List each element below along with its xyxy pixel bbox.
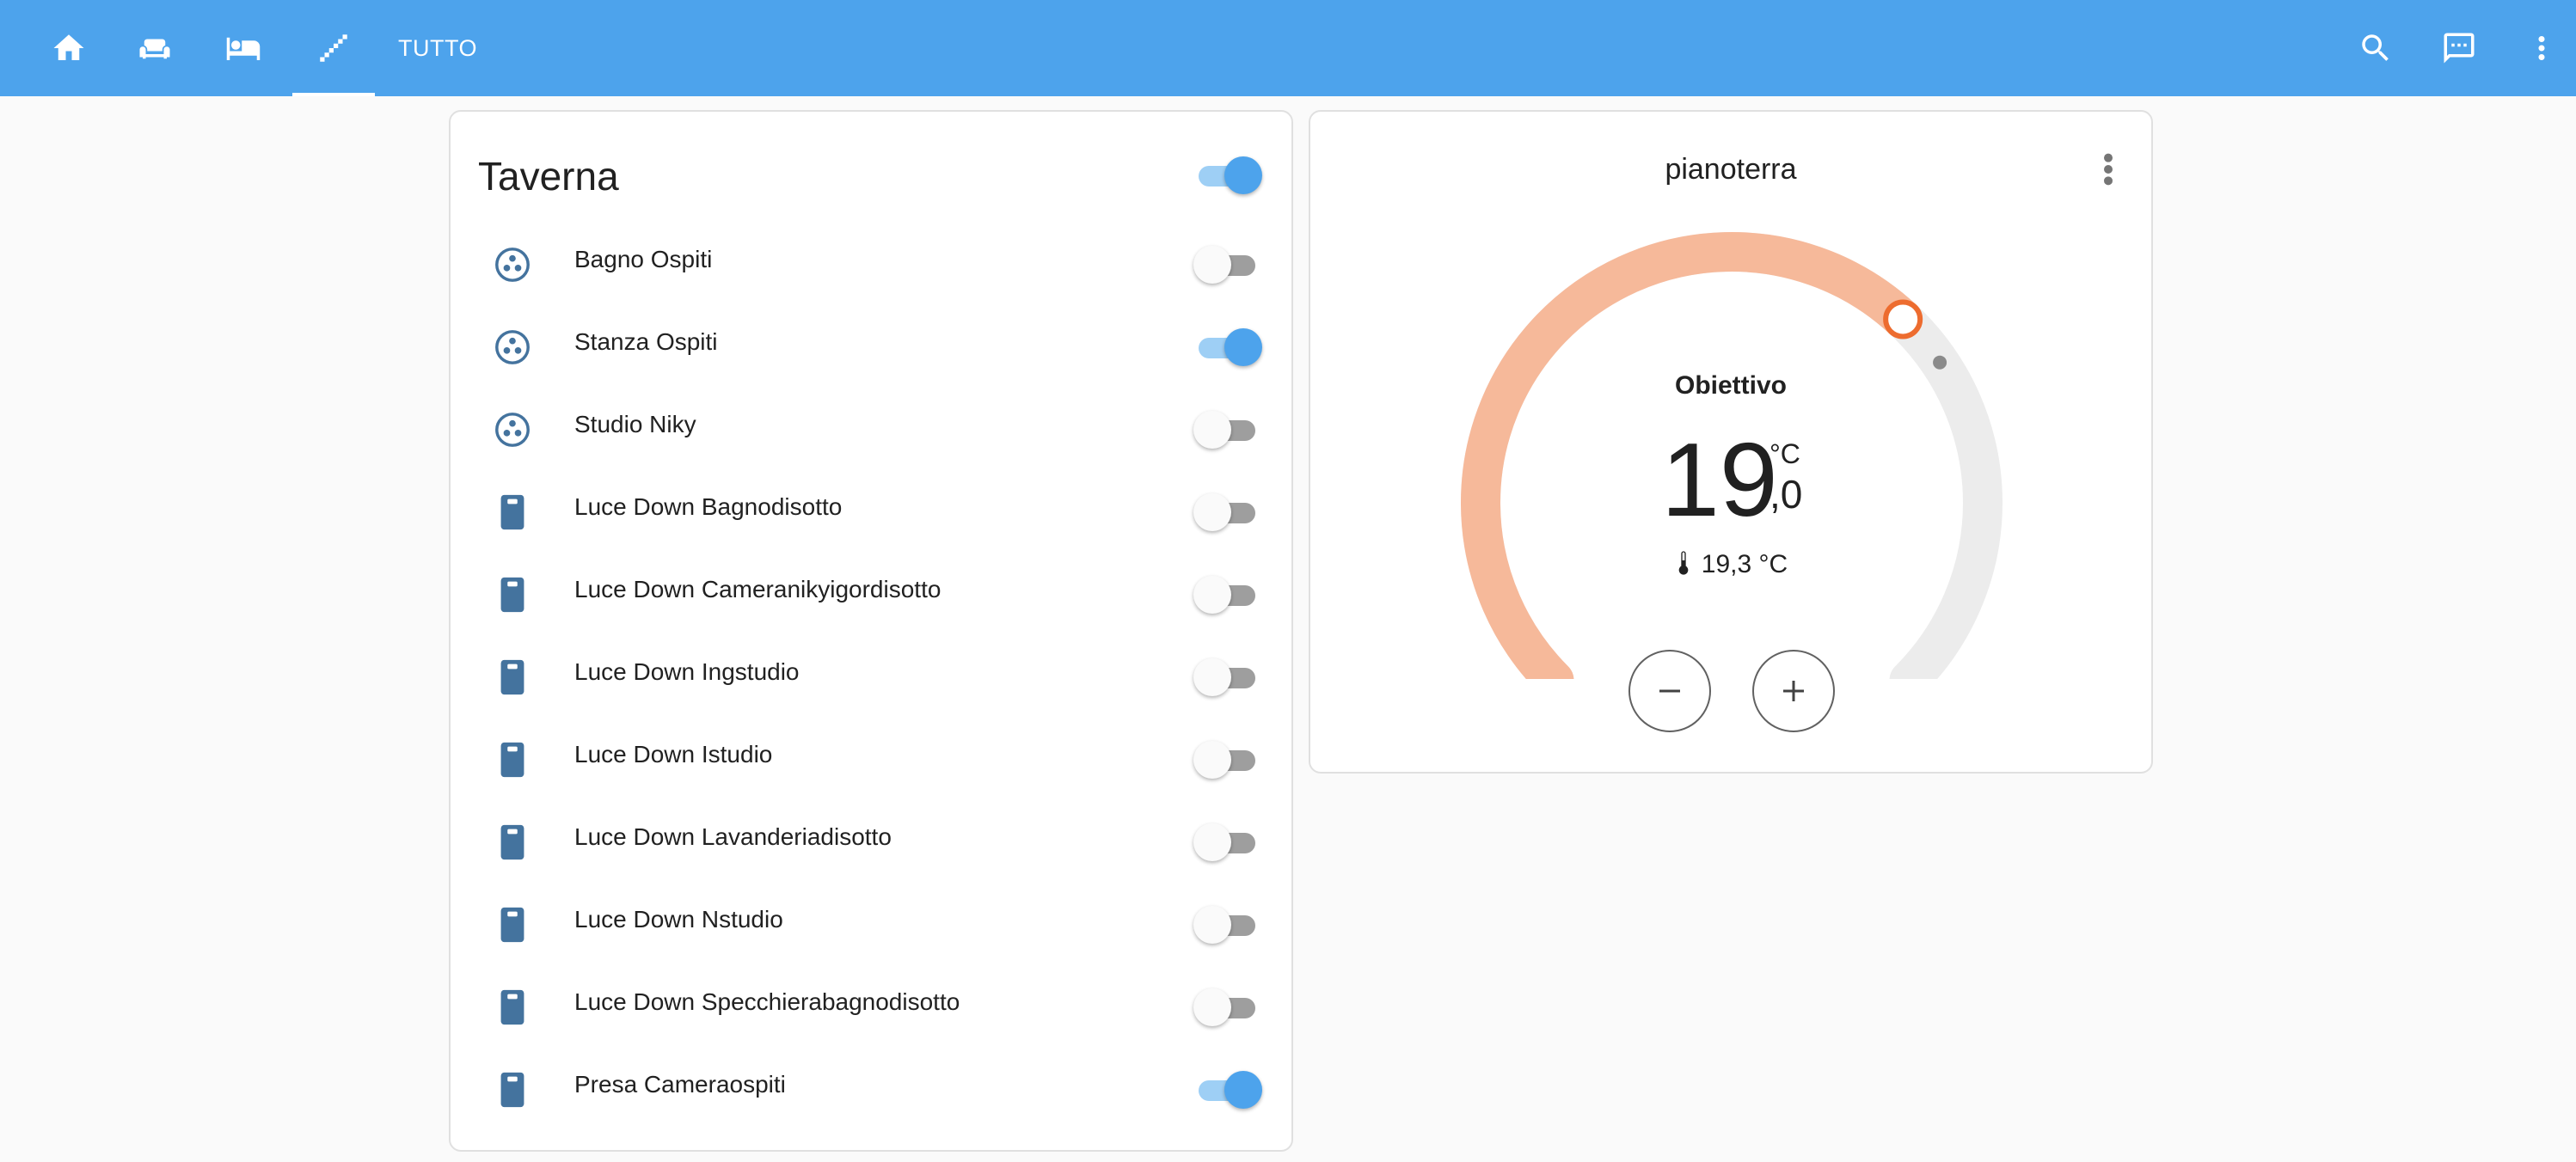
entity-toggle[interactable] (1193, 492, 1262, 533)
tab-tutto-label: TUTTO (398, 34, 477, 61)
entity-toggle[interactable] (1193, 904, 1262, 945)
overflow-menu-button[interactable] (2518, 24, 2566, 72)
toggle-knob (1193, 906, 1231, 944)
tab-home[interactable] (34, 0, 103, 96)
chat-icon (2444, 33, 2475, 64)
target-decimal: ,0 (1769, 472, 1803, 517)
toggle-knob (1193, 411, 1231, 449)
increase-temperature-button[interactable] (1752, 650, 1835, 732)
entity-label: Luce Down Nstudio (574, 906, 783, 933)
entity-row[interactable]: Bagno Ospiti (451, 223, 1293, 306)
thermometer-icon (1678, 551, 1689, 575)
tab-bedroom[interactable] (209, 0, 278, 96)
entity-row[interactable]: Luce Down Cameranikyigordisotto (451, 553, 1293, 636)
toggle-knob (1224, 328, 1262, 366)
mode-label: Obiettivo (1674, 371, 1787, 400)
toggle-knob (1193, 823, 1231, 861)
switch-icon (492, 987, 533, 1028)
thermostat-menu-button[interactable] (2091, 148, 2125, 191)
more-vertical-icon (2538, 36, 2545, 60)
switch-icon (492, 822, 533, 863)
assist-button[interactable] (2435, 24, 2483, 72)
home-icon (53, 34, 84, 60)
target-unit: °C (1769, 438, 1800, 469)
entity-toggle[interactable] (1193, 327, 1262, 368)
card-title: Taverna (478, 154, 619, 199)
fan-icon (492, 327, 533, 368)
bed-icon (226, 37, 261, 60)
entity-row[interactable]: Presa Cameraospiti (451, 1049, 1293, 1131)
switch-icon (492, 657, 533, 698)
switch-icon (492, 574, 533, 615)
tab-stairs[interactable] (292, 0, 375, 96)
entity-label: Luce Down Lavanderiadisotto (574, 823, 892, 850)
search-icon (2362, 34, 2389, 61)
entity-label: Studio Niky (574, 411, 696, 437)
search-button[interactable] (2352, 24, 2400, 72)
decrease-temperature-button[interactable] (1628, 650, 1711, 732)
switch-icon (492, 739, 533, 780)
entity-label: Stanza Ospiti (574, 328, 718, 355)
entity-row[interactable]: Studio Niky (451, 388, 1293, 471)
entity-label: Luce Down Bagnodisotto (574, 493, 843, 520)
entity-toggle[interactable] (1193, 1069, 1262, 1110)
stairs-icon (320, 34, 347, 62)
sofa-icon (139, 39, 170, 59)
current-temperature-value: 19,3 °C (1701, 550, 1788, 578)
toggle-knob (1193, 658, 1231, 696)
entity-label: Luce Down Istudio (574, 741, 773, 768)
tab-living-room[interactable] (120, 0, 189, 96)
entity-toggle[interactable] (1193, 739, 1262, 780)
fan-icon (492, 244, 533, 285)
entity-row[interactable]: Luce Down Istudio (451, 719, 1293, 801)
top-app-bar: TUTTO (0, 0, 2576, 96)
target-integer: 19 (1661, 421, 1778, 538)
current-temperature: 19,3 °C (1310, 550, 2151, 579)
entity-row[interactable]: Luce Down Lavanderiadisotto (451, 801, 1293, 884)
switch-icon (492, 1069, 533, 1110)
toggle-knob (1193, 741, 1231, 779)
switch-icon (492, 904, 533, 945)
entity-row[interactable]: Luce Down Ingstudio (451, 636, 1293, 719)
plus-icon (1783, 681, 1804, 701)
entity-toggle[interactable] (1193, 657, 1262, 698)
toggle-knob (1193, 988, 1231, 1026)
entity-row[interactable]: Stanza Ospiti (451, 306, 1293, 388)
entity-label: Luce Down Specchierabagnodisotto (574, 988, 960, 1015)
thermostat-card: pianoterra Obiettivo 19 °C ,0 19,3 °C (1309, 110, 2153, 774)
entity-toggle[interactable] (1193, 574, 1262, 615)
thermostat-name: pianoterra (1665, 153, 1797, 186)
master-toggle[interactable] (1193, 155, 1262, 196)
entity-toggle[interactable] (1193, 987, 1262, 1028)
target-handle[interactable] (1883, 299, 1923, 339)
entity-row[interactable]: Luce Down Bagnodisotto (451, 471, 1293, 553)
entity-label: Luce Down Ingstudio (574, 658, 800, 685)
toggle-knob (1224, 156, 1262, 194)
entity-toggle[interactable] (1193, 409, 1262, 450)
entity-label: Presa Cameraospiti (574, 1071, 786, 1098)
current-temperature-marker (1933, 355, 1947, 370)
entity-row[interactable]: Luce Down Specchierabagnodisotto (451, 966, 1293, 1049)
entity-label: Luce Down Cameranikyigordisotto (574, 576, 941, 602)
toggle-knob (1193, 576, 1231, 614)
toggle-knob (1224, 1071, 1262, 1109)
entities-card: Taverna Bagno Ospiti Stanza Ospiti Studio … (449, 110, 1293, 1152)
tab-tutto[interactable]: TUTTO (389, 0, 487, 96)
entity-toggle[interactable] (1193, 244, 1262, 285)
more-vertical-icon (2104, 153, 2113, 186)
toggle-knob (1193, 246, 1231, 284)
entity-row[interactable]: Luce Down Nstudio (451, 884, 1293, 966)
toggle-knob (1193, 493, 1231, 531)
entity-toggle[interactable] (1193, 822, 1262, 863)
entity-label: Bagno Ospiti (574, 246, 713, 272)
fan-icon (492, 409, 533, 450)
switch-icon (492, 492, 533, 533)
minus-icon (1659, 689, 1680, 693)
